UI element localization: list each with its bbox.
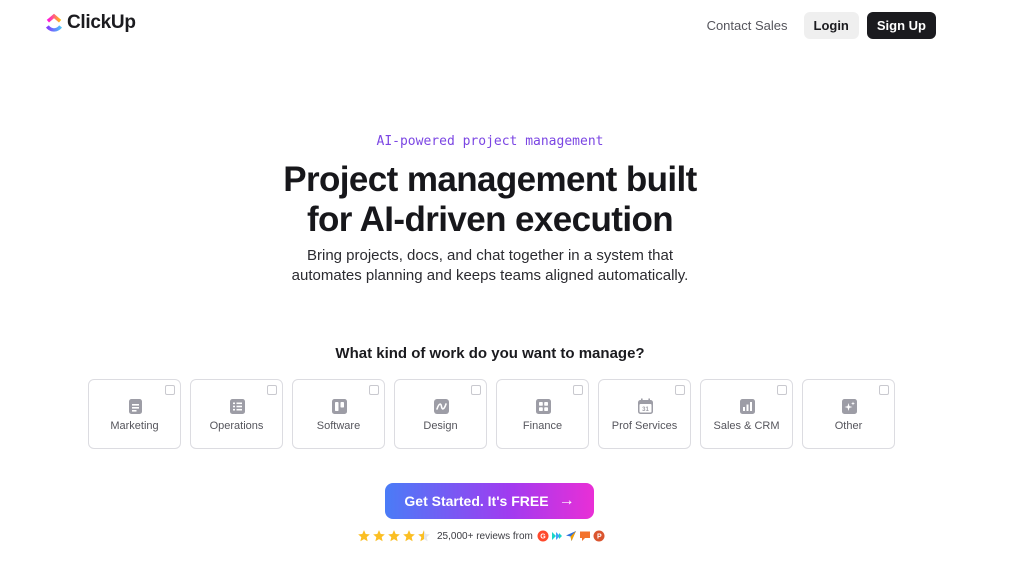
work-option-label: Marketing (110, 420, 159, 432)
hero-subtitle-line-2: automates planning and keeps teams align… (291, 267, 689, 284)
work-option-prof-services[interactable]: 31 Prof Services (598, 379, 691, 449)
work-option-other[interactable]: Other (802, 379, 895, 449)
option-checkbox[interactable] (165, 385, 175, 395)
option-checkbox[interactable] (267, 385, 277, 395)
work-option-finance[interactable]: Finance (496, 379, 589, 449)
hero-subtitle-line-1: Bring projects, docs, and chat together … (306, 247, 674, 264)
work-option-label: Other (834, 420, 863, 432)
work-type-options: Marketing Operations Software Design Fin… (88, 379, 895, 449)
half-star-icon (418, 530, 430, 542)
trustradius-icon[interactable] (579, 530, 591, 542)
review-sources: G P (537, 530, 605, 542)
svg-text:G: G (540, 534, 546, 541)
calendar-icon: 31 (638, 398, 653, 414)
work-option-software[interactable]: Software (292, 379, 385, 449)
star-icon (373, 530, 385, 542)
work-option-label: Sales & CRM (713, 420, 780, 432)
star-icon (388, 530, 400, 542)
getapp-icon[interactable] (565, 530, 577, 542)
hero-title: Project management built for AI-driven e… (0, 160, 980, 240)
work-question: What kind of work do you want to manage? (335, 345, 645, 362)
reviews-bar: 25,000+ reviews from G P (357, 528, 605, 544)
option-checkbox[interactable] (675, 385, 685, 395)
brand-name: ClickUp (67, 12, 136, 33)
document-icon (129, 399, 142, 414)
bar-chart-icon (740, 399, 755, 414)
svg-text:P: P (597, 534, 602, 541)
work-option-sales-crm[interactable]: Sales & CRM (700, 379, 793, 449)
sparkle-icon (842, 399, 857, 414)
work-option-marketing[interactable]: Marketing (88, 379, 181, 449)
option-checkbox[interactable] (471, 385, 481, 395)
producthunt-icon[interactable]: P (593, 530, 605, 542)
work-option-label: Prof Services (611, 420, 678, 432)
option-checkbox[interactable] (573, 385, 583, 395)
nav-actions: Contact Sales Login Sign Up (707, 12, 936, 39)
arrow-right-icon: → (558, 492, 575, 509)
work-option-operations[interactable]: Operations (190, 379, 283, 449)
hero-title-line-2: for AI-driven execution (306, 200, 674, 239)
login-button[interactable]: Login (803, 12, 859, 39)
option-checkbox[interactable] (777, 385, 787, 395)
calendar-day-text: 31 (642, 407, 649, 413)
hero-eyebrow: AI-powered project management (376, 134, 604, 149)
clickup-logo-icon (46, 13, 62, 32)
contact-sales-link[interactable]: Contact Sales (707, 18, 788, 33)
work-option-label: Finance (522, 420, 563, 432)
star-icon (403, 530, 415, 542)
get-started-button[interactable]: Get Started. It's FREE → (385, 483, 594, 519)
hero-title-line-1: Project management built (283, 160, 697, 199)
hero-subtitle: Bring projects, docs, and chat together … (0, 246, 980, 286)
top-nav: ClickUp Contact Sales Login Sign Up (0, 0, 1024, 50)
grid-icon (536, 399, 551, 414)
clickup-logo[interactable]: ClickUp (44, 12, 136, 34)
board-icon (332, 399, 347, 414)
get-started-label: Get Started. It's FREE (404, 493, 549, 509)
work-option-label: Operations (209, 420, 264, 432)
list-icon (230, 399, 245, 414)
star-rating (357, 529, 431, 543)
g2-icon[interactable]: G (537, 530, 549, 542)
option-checkbox[interactable] (369, 385, 379, 395)
reviews-text: 25,000+ reviews from (437, 530, 533, 542)
sign-up-button[interactable]: Sign Up (866, 12, 936, 39)
work-option-label: Software (316, 420, 361, 432)
capterra-icon[interactable] (551, 530, 563, 542)
design-icon (434, 399, 449, 414)
option-checkbox[interactable] (879, 385, 889, 395)
star-icon (358, 530, 370, 542)
work-option-design[interactable]: Design (394, 379, 487, 449)
work-option-label: Design (423, 420, 458, 432)
